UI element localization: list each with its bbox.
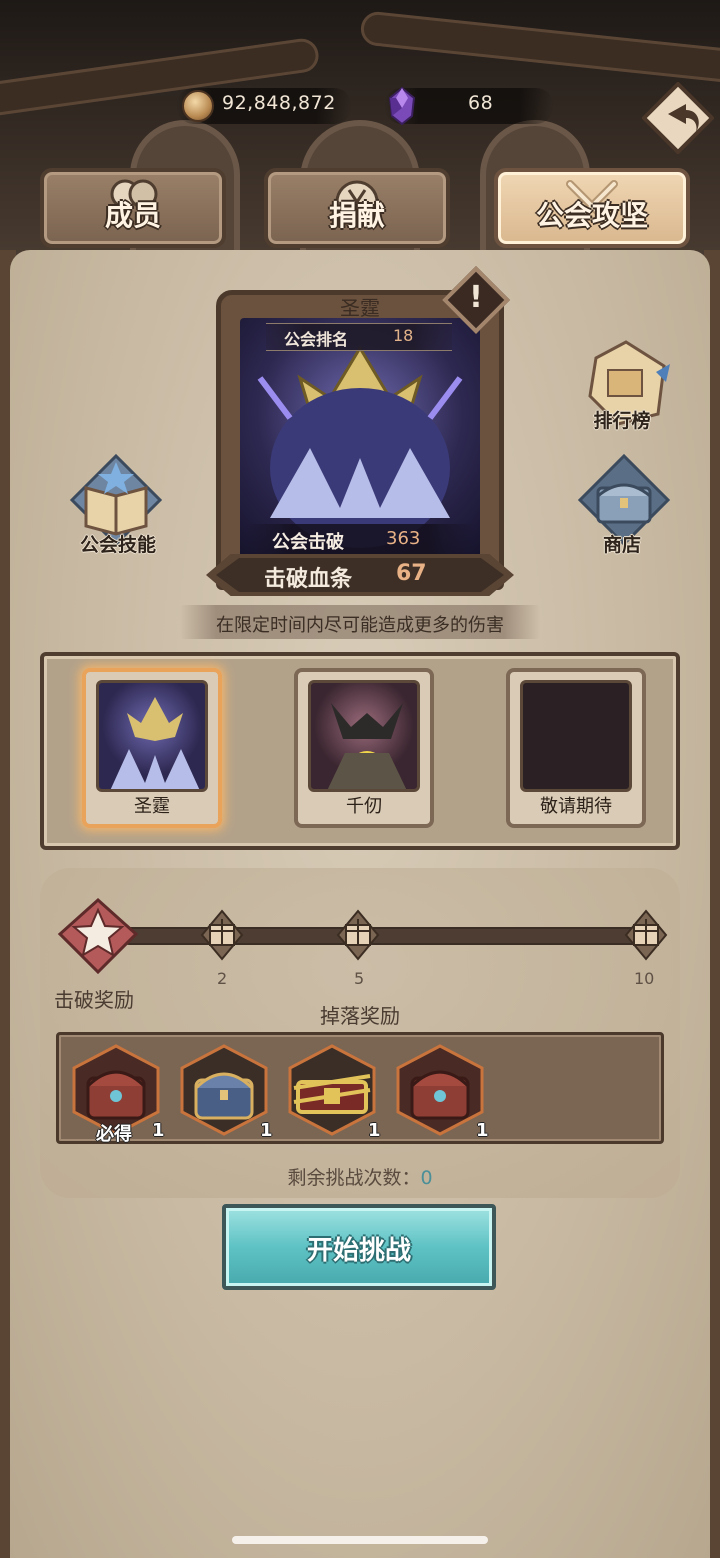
- blue-chest-icon[interactable]: [176, 1042, 272, 1138]
- remaining-attempts: 剩余挑战次数：0: [0, 1163, 720, 1190]
- item-count: 1: [152, 1120, 165, 1141]
- red-chest-icon[interactable]: [392, 1042, 488, 1138]
- hp-bars-value: 67: [396, 561, 427, 586]
- star-badge-icon: [57, 897, 139, 975]
- guaranteed-tag: 必得: [96, 1124, 132, 1145]
- gift-box-icon[interactable]: [334, 907, 382, 963]
- item-count: 1: [260, 1120, 273, 1141]
- guild-rank-value: 18: [393, 326, 414, 345]
- guild-kills-label: 公会击破: [272, 532, 344, 553]
- shop-label: 商店: [602, 534, 641, 556]
- tab-members-label: 成员: [104, 199, 161, 232]
- kill-reward-label: 击破奖励: [54, 988, 134, 1012]
- hp-bars-label: 击破血条: [264, 567, 353, 592]
- boss-thumbnail-art: [327, 703, 407, 789]
- boss-thumbnail-empty: [520, 680, 632, 792]
- gold-amount: 92,848,872: [222, 92, 336, 114]
- back-arrow-icon[interactable]: [642, 82, 714, 154]
- remaining-attempts-label: 剩余挑战次数：: [287, 1167, 421, 1189]
- hp-banner-inner: [216, 558, 504, 592]
- gift-box-icon[interactable]: [622, 907, 670, 963]
- gift-box-icon[interactable]: [198, 907, 246, 963]
- milestone-5: 5: [354, 969, 365, 988]
- guild-skills-label: 公会技能: [79, 534, 156, 556]
- coin-icon: [182, 90, 214, 122]
- boss-portrait[interactable]: [240, 318, 480, 558]
- tab-guild-siege-label: 公会攻坚: [535, 199, 648, 232]
- remaining-attempts-value: 0: [420, 1167, 433, 1189]
- boss-thumbnail: [308, 680, 420, 792]
- start-challenge-label: 开始挑战: [306, 1236, 411, 1266]
- boss-card-qianren[interactable]: 千仞: [294, 668, 434, 828]
- boss-card-label: 敬请期待: [540, 796, 612, 817]
- drop-reward-label: 掉落奖励: [320, 1004, 400, 1028]
- tab-donate-label: 捐献: [328, 199, 385, 232]
- boss-artwork: [257, 345, 463, 548]
- boss-name: 圣霆: [340, 296, 380, 320]
- boss-card-coming-soon[interactable]: 敬请期待: [506, 668, 646, 828]
- purple-crystal-icon: [388, 86, 416, 126]
- item-count: 1: [368, 1120, 381, 1141]
- boss-card-label: 千仞: [346, 796, 382, 817]
- boss-card-label: 圣霆: [134, 796, 170, 817]
- guild-rank-label: 公会排名: [284, 330, 349, 349]
- guild-kills-value: 363: [386, 528, 421, 549]
- tab-donate[interactable]: 捐献: [264, 168, 450, 248]
- milestone-2: 2: [217, 969, 228, 988]
- leaderboard-label: 排行榜: [593, 410, 651, 432]
- tab-guild-siege[interactable]: 公会攻坚: [494, 168, 690, 248]
- boss-thumbnail-art: [110, 697, 200, 789]
- home-indicator[interactable]: [232, 1536, 488, 1544]
- tab-members[interactable]: 成员: [40, 168, 226, 248]
- gem-amount: 68: [468, 92, 494, 114]
- gold-red-chest-icon[interactable]: [284, 1042, 380, 1138]
- item-count: 1: [476, 1120, 489, 1141]
- exclamation-icon: !: [469, 280, 483, 315]
- boss-card-shengting[interactable]: 圣霆: [82, 668, 222, 828]
- hint-text: 在限定时间内尽可能造成更多的伤害: [216, 615, 504, 636]
- boss-thumbnail: [96, 680, 208, 792]
- milestone-10: 10: [634, 969, 655, 988]
